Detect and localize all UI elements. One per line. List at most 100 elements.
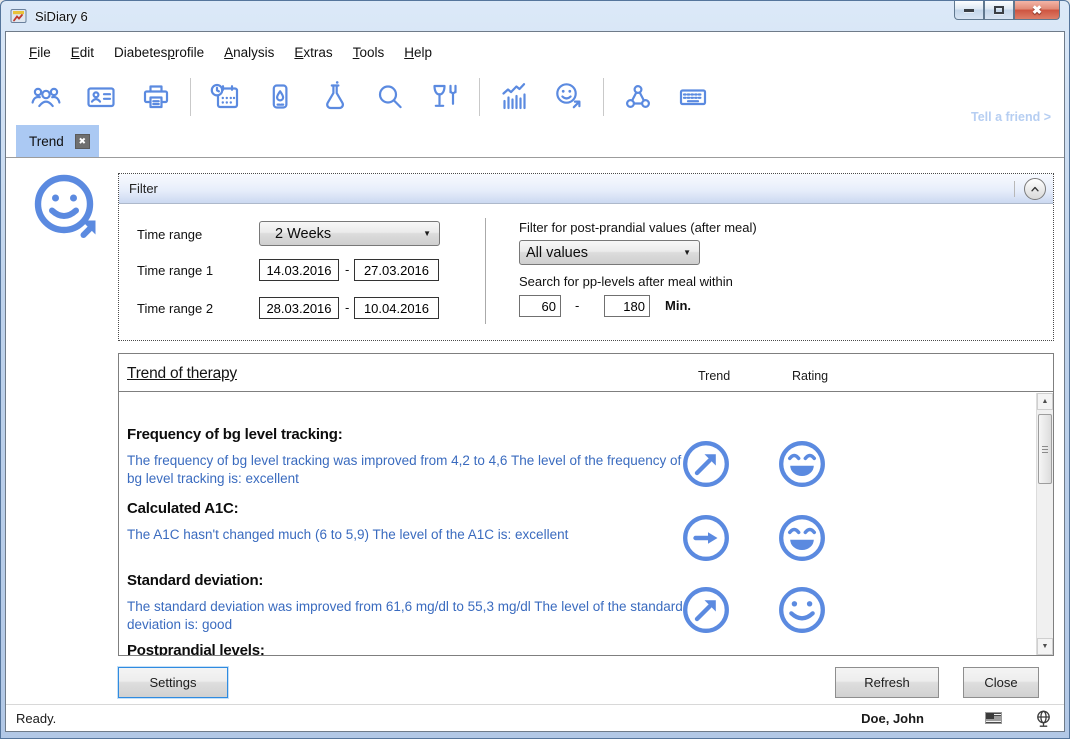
range-dash: -	[345, 262, 350, 277]
toolbar-separator	[479, 77, 480, 116]
trend-right-icon	[681, 513, 731, 563]
title-bar: SiDiary 6 ✖	[1, 1, 1069, 31]
time-range-dropdown[interactable]: 2 Weeks ▼	[259, 221, 440, 246]
time-range-label: Time range	[137, 227, 203, 242]
window-controls: ✖	[954, 1, 1060, 20]
app-logo-icon	[10, 9, 27, 23]
status-bar: Ready. Doe, John	[6, 704, 1064, 731]
filter-header: Filter	[119, 174, 1053, 204]
scrollbar-thumb[interactable]	[1038, 414, 1052, 484]
table-row: Postprandial levels:	[127, 642, 1033, 655]
current-user: Doe, John	[861, 710, 924, 726]
menu-analysis[interactable]: Analysis	[214, 42, 284, 63]
pp-filter-label: Filter for post-prandial values (after m…	[519, 220, 757, 235]
range-dash: -	[575, 298, 580, 313]
menu-tools[interactable]: Tools	[343, 42, 395, 63]
menu-file[interactable]: File	[19, 42, 61, 63]
trend-table-header: Trend of therapy Trend Rating	[119, 354, 1053, 392]
row-title: Standard deviation:	[127, 572, 264, 589]
trend-up-right-icon	[681, 585, 731, 635]
time-range2-from-input[interactable]	[259, 297, 339, 319]
pp-search-label: Search for pp-levels after meal within	[519, 274, 733, 289]
close-button[interactable]: Close	[963, 667, 1039, 698]
minimize-icon	[964, 8, 974, 12]
row-description: The A1C hasn't changed much (6 to 5,9) T…	[127, 527, 569, 542]
language-flag-icon[interactable]	[985, 712, 1002, 724]
globe-icon	[1034, 709, 1053, 728]
lab-flask-icon[interactable]	[319, 80, 351, 113]
tab-label: Trend	[29, 133, 64, 149]
tell-a-friend-link[interactable]: Tell a friend >	[971, 110, 1051, 124]
menu-extras[interactable]: Extras	[284, 42, 342, 63]
menu-help[interactable]: Help	[394, 42, 442, 63]
row-title: Postprandial levels:	[127, 642, 265, 655]
minimize-button[interactable]	[954, 1, 984, 20]
trend-feature-icon	[29, 171, 111, 253]
filter-panel: Filter Time range 2 Weeks ▼ Time range 1…	[118, 173, 1054, 341]
close-icon: ✖	[1031, 3, 1043, 17]
toolbar-separator	[190, 77, 191, 116]
app-window: SiDiary 6 ✖ File Edit Diabetesprofile An…	[0, 0, 1070, 739]
share-icon[interactable]	[622, 81, 654, 113]
close-window-button[interactable]: ✖	[1014, 1, 1060, 20]
header-separator	[1014, 181, 1015, 197]
status-text: Ready.	[16, 710, 57, 726]
trend-table-body: Frequency of bg level tracking: The freq…	[119, 393, 1053, 655]
pp-unit-label: Min.	[665, 298, 691, 313]
keyboard-icon[interactable]	[677, 81, 709, 113]
time-range-value: 2 Weeks	[275, 225, 332, 242]
pp-max-input[interactable]	[604, 295, 650, 317]
pp-filter-value: All values	[526, 244, 589, 261]
column-rating: Rating	[792, 369, 829, 383]
trend-smiley-icon[interactable]	[553, 81, 585, 113]
table-row: Frequency of bg level tracking: The freq…	[127, 426, 1033, 488]
table-row: Standard deviation: The standard deviati…	[127, 572, 1033, 634]
time-range1-label: Time range 1	[137, 263, 214, 278]
contact-card-icon[interactable]	[85, 81, 117, 113]
window-title: SiDiary 6	[35, 8, 88, 24]
trend-of-therapy-section: Trend of therapy Trend Rating Frequency …	[118, 353, 1054, 656]
time-range1-from-input[interactable]	[259, 259, 339, 281]
tab-bar: Trend ✖	[6, 125, 1064, 158]
tab-close-icon[interactable]: ✖	[74, 133, 90, 149]
search-icon[interactable]	[374, 81, 406, 113]
chevron-down-icon: ▼	[423, 229, 431, 238]
row-description: The frequency of bg level tracking was i…	[127, 453, 682, 486]
range-dash: -	[345, 300, 350, 315]
rating-laugh-icon	[777, 439, 827, 489]
rating-smile-icon	[777, 585, 827, 635]
trend-table-title: Trend of therapy	[127, 365, 237, 382]
settings-button[interactable]: Settings	[118, 667, 228, 698]
glucose-meter-icon[interactable]	[264, 81, 296, 113]
scroll-up-button[interactable]: ▲	[1037, 393, 1053, 410]
menu-edit[interactable]: Edit	[61, 42, 104, 63]
filter-title: Filter	[129, 181, 158, 196]
tab-trend[interactable]: Trend ✖	[16, 125, 99, 157]
time-range1-to-input[interactable]	[354, 259, 439, 281]
toolbar-separator	[603, 77, 604, 116]
time-range2-to-input[interactable]	[354, 297, 439, 319]
statistics-icon[interactable]	[498, 81, 530, 113]
printer-icon[interactable]	[140, 81, 172, 113]
vertical-scrollbar[interactable]: ▲ ▼	[1036, 393, 1053, 655]
chevron-up-icon	[1031, 186, 1039, 192]
menu-diabetesprofile[interactable]: Diabetesprofile	[104, 42, 214, 63]
refresh-button[interactable]: Refresh	[835, 667, 939, 698]
row-description: The standard deviation was improved from…	[127, 599, 683, 632]
collapse-filter-button[interactable]	[1024, 178, 1046, 200]
users-icon[interactable]	[30, 81, 62, 113]
maximize-icon	[994, 6, 1004, 14]
nutrition-icon[interactable]	[429, 81, 461, 113]
pp-min-input[interactable]	[519, 295, 561, 317]
chevron-down-icon: ▼	[683, 248, 691, 257]
calendar-clock-icon[interactable]	[209, 81, 241, 113]
trend-up-right-icon	[681, 439, 731, 489]
row-title: Frequency of bg level tracking:	[127, 426, 343, 443]
time-range2-label: Time range 2	[137, 301, 214, 316]
main-content: Filter Time range 2 Weeks ▼ Time range 1…	[6, 158, 1064, 704]
scroll-down-button[interactable]: ▼	[1037, 638, 1053, 655]
pp-filter-dropdown[interactable]: All values ▼	[519, 240, 700, 265]
column-trend: Trend	[698, 369, 731, 383]
maximize-button[interactable]	[984, 1, 1014, 20]
table-row: Calculated A1C: The A1C hasn't changed m…	[127, 500, 1033, 561]
